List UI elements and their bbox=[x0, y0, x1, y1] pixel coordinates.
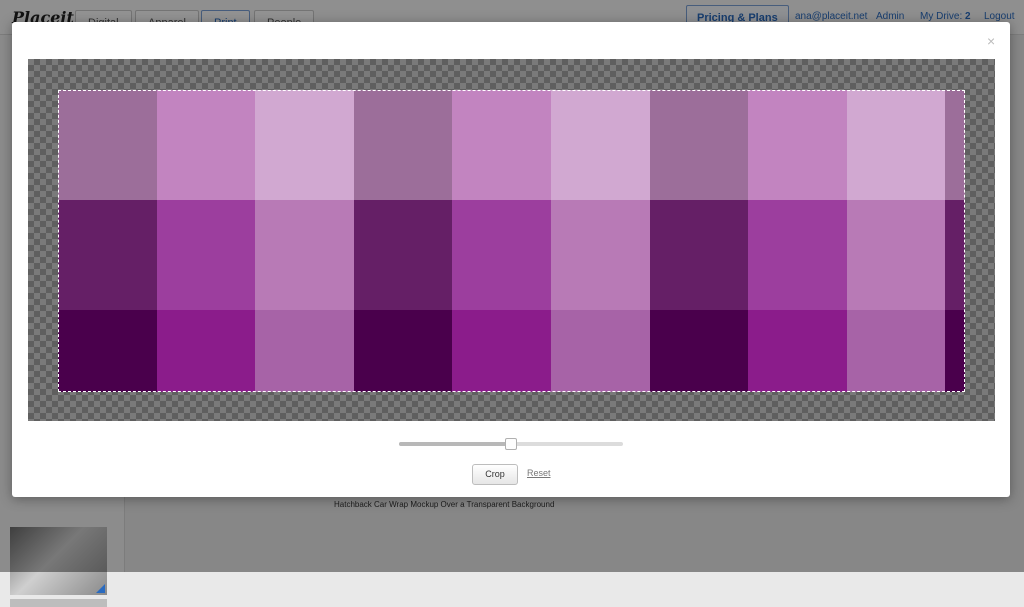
color-swatch bbox=[353, 90, 453, 200]
color-swatch bbox=[945, 200, 965, 310]
slider-handle[interactable] bbox=[505, 438, 517, 450]
color-swatch bbox=[945, 90, 965, 200]
color-swatch bbox=[353, 310, 453, 392]
color-swatch bbox=[58, 310, 157, 392]
color-swatch bbox=[58, 90, 157, 200]
uploaded-image[interactable] bbox=[58, 90, 965, 392]
color-swatch bbox=[255, 310, 354, 392]
slider-fill bbox=[399, 442, 511, 446]
color-swatch bbox=[649, 90, 749, 200]
color-swatch bbox=[945, 310, 965, 392]
color-swatch bbox=[58, 200, 157, 310]
color-swatch bbox=[748, 310, 847, 392]
color-swatch bbox=[156, 90, 256, 200]
reset-link[interactable]: Reset bbox=[527, 468, 551, 478]
color-swatch bbox=[550, 200, 650, 310]
color-swatch bbox=[550, 90, 650, 200]
color-swatch bbox=[649, 310, 749, 392]
color-swatch bbox=[649, 200, 749, 310]
color-swatch bbox=[748, 200, 847, 310]
color-swatch bbox=[255, 200, 354, 310]
color-swatch bbox=[452, 90, 551, 200]
color-swatch bbox=[748, 90, 847, 200]
crop-button[interactable]: Crop bbox=[472, 464, 518, 485]
color-swatch bbox=[255, 90, 354, 200]
color-swatch bbox=[846, 200, 946, 310]
crop-modal: × Crop Reset bbox=[12, 22, 1010, 497]
zoom-slider[interactable] bbox=[399, 438, 623, 450]
color-swatch bbox=[156, 200, 256, 310]
color-swatch-grid bbox=[58, 90, 965, 392]
color-swatch bbox=[452, 200, 551, 310]
color-swatch bbox=[353, 200, 453, 310]
color-swatch bbox=[846, 310, 946, 392]
crop-stage bbox=[28, 59, 995, 421]
color-swatch bbox=[550, 310, 650, 392]
selected-corner-icon bbox=[96, 584, 105, 593]
close-icon[interactable]: × bbox=[987, 33, 995, 49]
color-swatch bbox=[156, 310, 256, 392]
color-swatch bbox=[846, 90, 946, 200]
color-swatch bbox=[452, 310, 551, 392]
thumbnail-partial[interactable] bbox=[10, 599, 107, 607]
